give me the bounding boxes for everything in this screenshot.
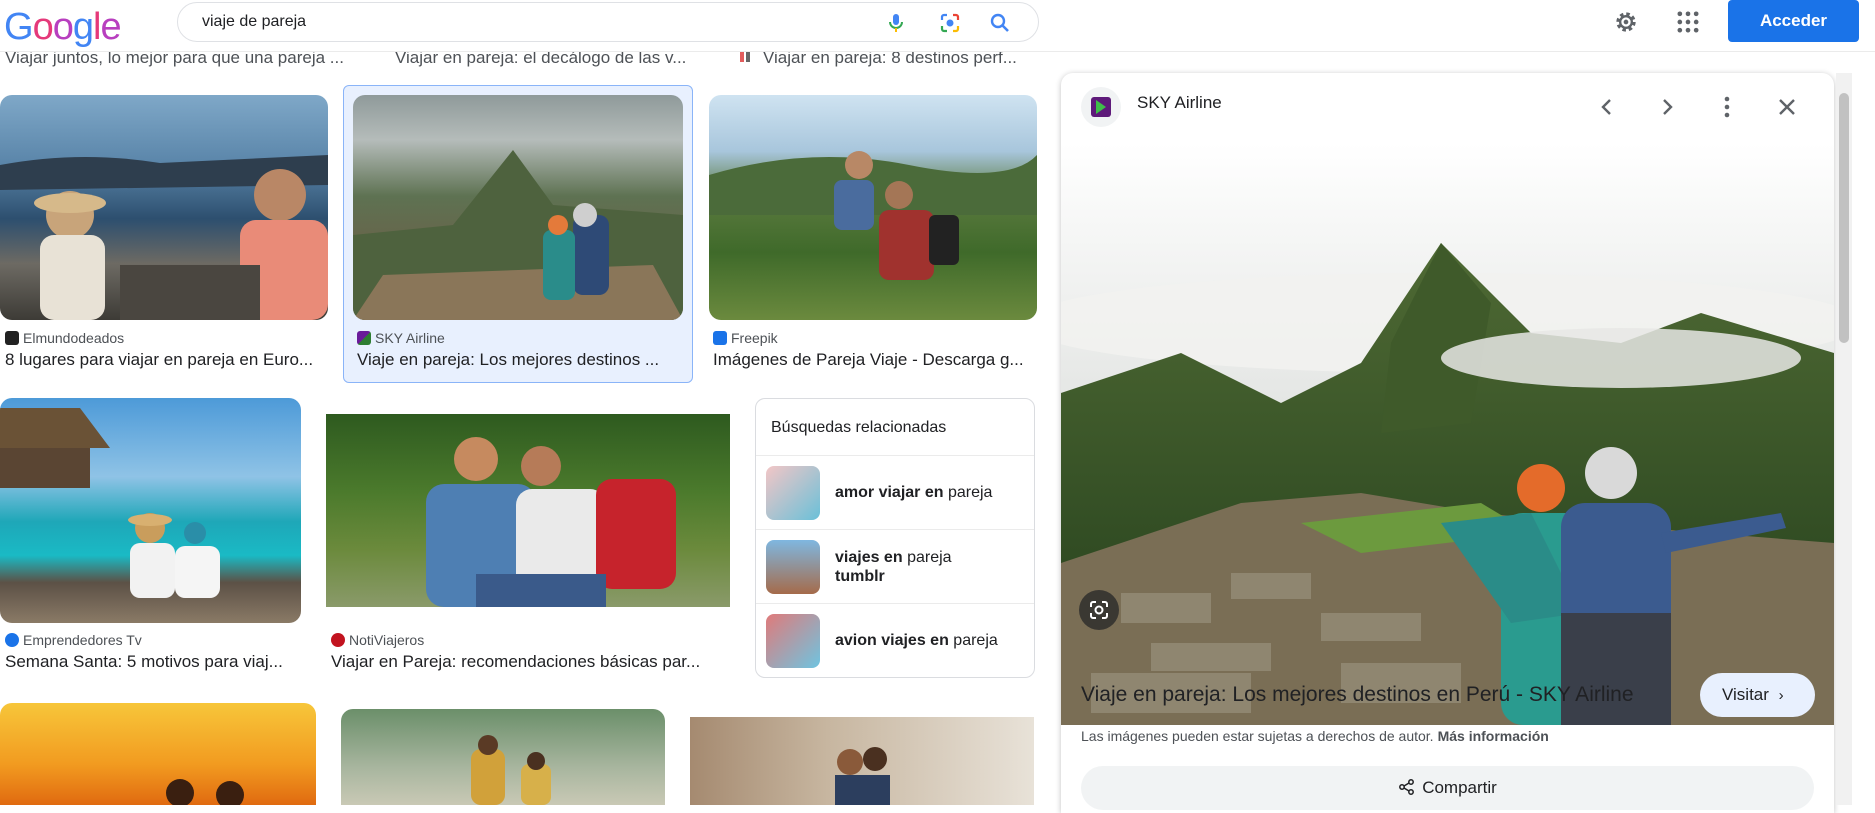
source-favicon-icon [713,331,727,345]
result-title[interactable]: Viajar en Pareja: recomendaciones básica… [331,652,731,672]
related-term-bold: amor viajar en [835,484,944,501]
preview-image[interactable] [1061,143,1834,725]
google-doodle-logo[interactable]: Google [4,6,122,49]
microphone-icon[interactable] [884,11,908,35]
logo-letter: g [72,6,94,48]
more-info-link[interactable]: Más información [1438,728,1549,744]
related-searches-title: Búsquedas relacionadas [771,419,947,436]
related-search-label: avion viajes en pareja [835,631,1025,650]
result-thumbnail[interactable] [709,95,1037,320]
source-favicon-icon [738,50,752,64]
result-source: Freepik [713,330,778,346]
result-thumbnail[interactable] [0,398,301,623]
related-search-item[interactable]: viajes en pareja tumblr [756,529,1034,603]
related-term: pareja [953,632,998,649]
related-search-item[interactable]: avion viajes en pareja [756,603,1034,677]
more-options-icon[interactable] [1709,89,1745,125]
sky-airline-logo-icon [1081,87,1121,127]
related-searches-panel: Búsquedas relacionadas amor viajar en pa… [755,398,1035,678]
related-search-item[interactable]: amor viajar en pareja [756,455,1034,529]
result-thumbnail[interactable] [326,414,730,607]
result-source: Elmundodeados [5,330,124,346]
result-source: Emprendedores Tv [5,632,142,648]
result-title[interactable]: Imágenes de Pareja Viaje - Descarga g... [713,350,1038,370]
logo-letter: o [52,6,74,48]
related-term-bold: tumblr [835,568,885,585]
result-thumbnail[interactable] [353,95,683,320]
image-preview-panel: SKY Airline Viaje en pareja: Los mejores… [1061,73,1834,813]
top-bar: Google viaje de pareja Acceder [0,0,1875,52]
preview-title[interactable]: Viaje en pareja: Los mejores destinos en… [1081,683,1634,707]
result-thumbnail[interactable] [0,95,328,320]
chevron-right-icon: › [1778,687,1784,704]
source-favicon-icon [5,331,19,345]
result-source: NotiViajeros [331,632,424,648]
source-name: Elmundodeados [23,330,125,346]
next-chevron-icon[interactable] [1649,89,1685,125]
source-name: Freepik [731,330,778,346]
source-favicon-icon [357,331,371,345]
result-thumbnail[interactable] [0,703,316,809]
settings-gear-icon[interactable] [1612,8,1640,36]
source-favicon-icon [5,633,19,647]
search-icon[interactable] [988,11,1012,35]
logo-letter: G [4,6,34,48]
related-thumbnail [766,540,820,594]
related-thumbnail [766,466,820,520]
related-term-bold: viajes en [835,549,903,566]
logo-letter: e [100,6,121,48]
search-box[interactable]: viaje de pareja [177,2,1039,42]
visual-search-lens-button[interactable] [1079,590,1119,630]
visit-label: Visitar [1722,685,1769,704]
result-title[interactable]: Viaje en pareja: Los mejores destinos ..… [357,350,682,370]
result-thumbnail[interactable] [341,709,665,805]
apps-grid-icon[interactable] [1674,8,1702,36]
source-name: Emprendedores Tv [23,632,142,648]
result-title[interactable]: 8 lugares para viajar en pareja en Euro.… [5,350,327,370]
source-favicon-icon [331,633,345,647]
related-search-label: viajes en pareja tumblr [835,548,1025,586]
related-term: pareja [947,484,993,501]
previous-chevron-icon[interactable] [1589,89,1625,125]
lens-icon [1090,601,1108,619]
logo-letter: o [32,6,54,48]
result-thumbnail[interactable] [690,717,1034,805]
copyright-notice: Las imágenes pueden estar sujetas a dere… [1081,728,1549,744]
share-label: Compartir [1422,778,1497,797]
source-name: SKY Airline [375,330,445,346]
visit-button[interactable]: Visitar › [1700,673,1815,717]
preview-source-name[interactable]: SKY Airline [1137,93,1222,113]
sign-in-button[interactable]: Acceder [1728,0,1859,42]
search-input[interactable]: viaje de pareja [202,13,306,31]
result-source: SKY Airline [357,330,445,346]
related-term: pareja [907,549,952,566]
share-button[interactable]: Compartir [1081,766,1814,810]
result-title[interactable]: Semana Santa: 5 motivos para viaj... [5,652,301,672]
page-scrollbar[interactable] [1836,73,1852,805]
source-name: NotiViajeros [349,632,425,648]
related-search-label: amor viajar en pareja [835,483,1025,502]
close-icon[interactable] [1769,89,1805,125]
copyright-text: Las imágenes pueden estar sujetas a dere… [1081,728,1434,744]
logo-letter: l [92,6,102,48]
related-term-bold: avion viajes en [835,632,949,649]
scrollbar-thumb[interactable] [1839,93,1849,343]
share-icon [1399,779,1415,795]
google-lens-icon[interactable] [938,11,962,35]
related-thumbnail [766,614,820,668]
